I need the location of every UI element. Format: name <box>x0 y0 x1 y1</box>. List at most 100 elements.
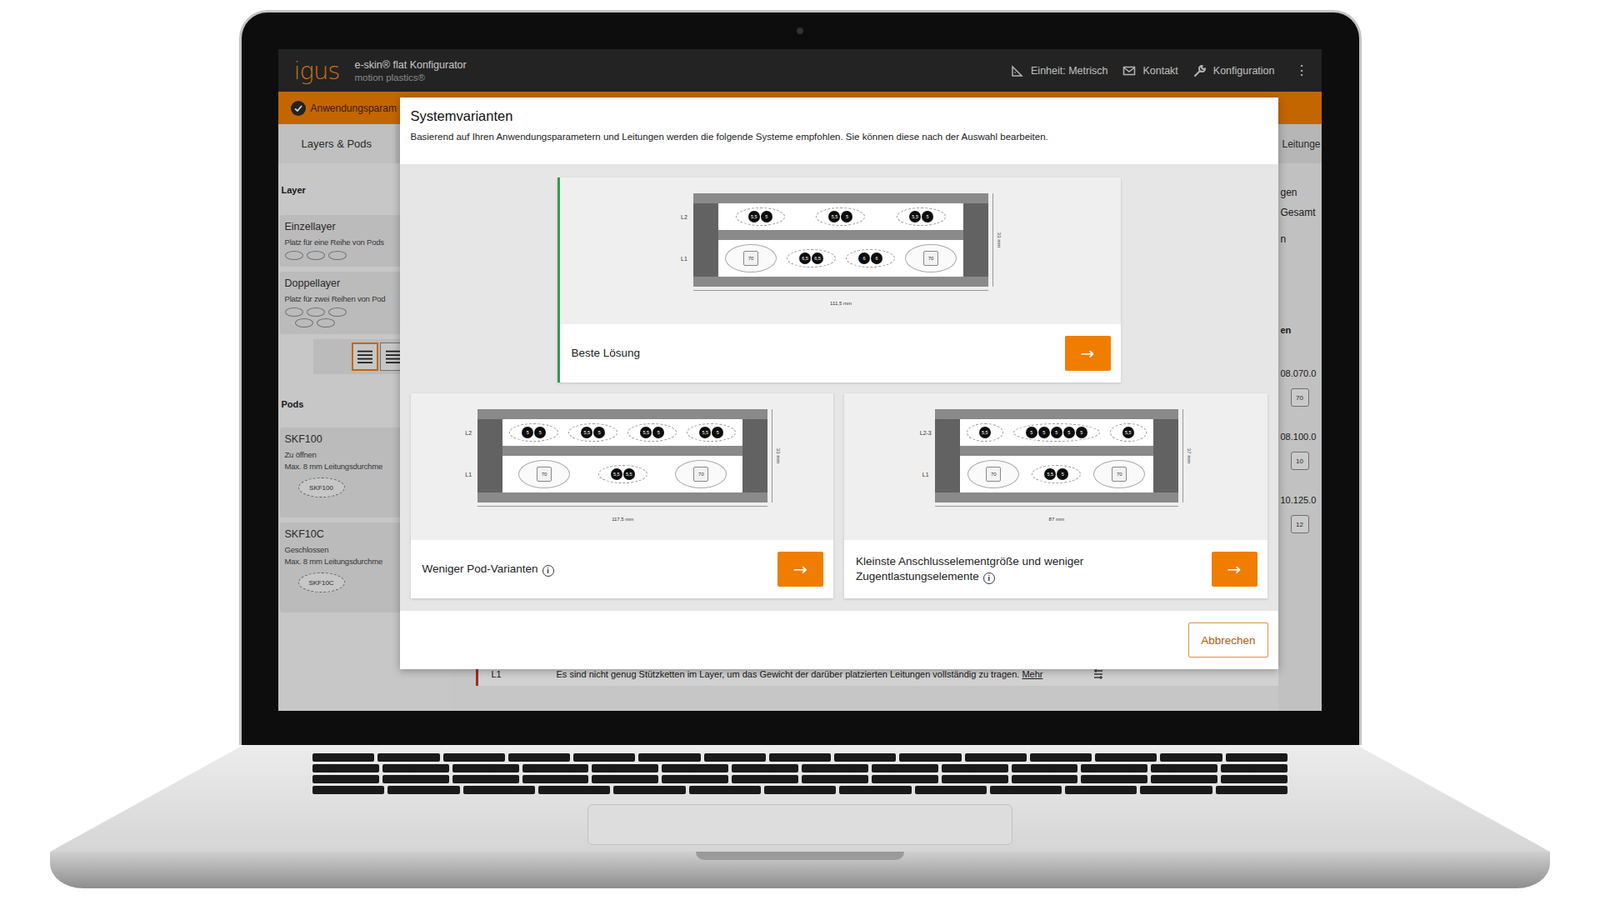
layer-label: L2 <box>459 430 478 436</box>
system-diagram: L2 555,555,555,55 L1 705,55,570 33 mm 11… <box>410 393 835 540</box>
camera-icon <box>796 27 804 35</box>
cable: 5 <box>1063 426 1075 439</box>
frame-side <box>477 419 503 446</box>
layer-label: L2-3 <box>916 430 935 436</box>
layer-lane: 5,5555555,5 <box>960 419 1154 446</box>
cable: 5,5 <box>1122 426 1135 439</box>
key <box>769 753 831 762</box>
cable: 5 <box>521 426 534 439</box>
dialog-body: L2 5,555,555,55 L1 706,56,56670 33 mm 11… <box>400 164 1279 611</box>
layer-lane: 706,56,56670 <box>718 240 964 277</box>
key <box>899 753 961 762</box>
frame-side <box>935 455 960 493</box>
layer-label: L1 <box>916 471 935 478</box>
layer-lane: 5,555,555,55 <box>718 203 964 230</box>
key <box>1220 775 1288 784</box>
info-icon[interactable]: i <box>983 572 995 585</box>
cable: 6 <box>870 252 883 265</box>
cable-pod: 55 <box>509 423 559 442</box>
key <box>871 775 939 784</box>
cable-pod: 6,56,5 <box>786 249 836 268</box>
frame-bar <box>718 230 964 240</box>
frame-side <box>477 455 503 493</box>
key <box>382 775 450 784</box>
screen: igus e-skin® flat Konfigurator motion pl… <box>278 49 1322 711</box>
trackpad[interactable] <box>587 804 1013 845</box>
key <box>1095 753 1157 762</box>
key <box>1080 764 1148 773</box>
key <box>387 785 460 795</box>
key <box>661 764 729 773</box>
key <box>1011 775 1079 784</box>
cable: 5 <box>1056 468 1069 480</box>
key <box>1080 775 1148 784</box>
key <box>312 764 380 773</box>
dialog-subtitle: Basierend auf Ihren Anwendungsparametern… <box>410 131 1267 142</box>
key <box>801 764 869 773</box>
key <box>731 764 799 773</box>
key <box>965 753 1027 762</box>
cable: 5 <box>593 426 605 439</box>
frame-side <box>963 230 989 240</box>
cable: 5 <box>840 210 853 223</box>
cancel-button[interactable]: Abbrechen <box>1188 622 1268 658</box>
key <box>941 775 1009 784</box>
key <box>452 775 520 784</box>
system-diagram: L2-3 5,5555555,5 L1 705,5570 37 mm 87 mm <box>844 393 1268 540</box>
layer-lane: 555,555,555,55 <box>502 419 743 446</box>
connector: 70 <box>693 466 709 482</box>
cable: 5,5 <box>909 210 921 223</box>
cable-pod: 66 <box>845 249 895 268</box>
select-variant-button[interactable]: → <box>1065 335 1111 371</box>
frame-side <box>1153 419 1179 446</box>
width-dimension: 87 mm <box>935 505 1179 525</box>
frame-side <box>963 240 989 277</box>
key <box>871 764 939 773</box>
key <box>764 785 836 795</box>
cable-pod: 5,55 <box>568 423 618 442</box>
key <box>1140 785 1212 795</box>
variant-card[interactable]: L2-3 5,5555555,5 L1 705,5570 37 mm 87 mm… <box>844 393 1268 599</box>
connector: 70 <box>536 466 552 482</box>
key <box>704 753 766 762</box>
cable-pod: 5,55 <box>627 423 677 442</box>
cable: 5 <box>760 210 773 223</box>
height-dimension: 33 mm <box>771 409 785 503</box>
cable: 5,5 <box>580 426 593 439</box>
cable: 5 <box>1050 426 1063 439</box>
cable: 5,5 <box>748 210 760 223</box>
layer-lane: 705,55,570 <box>502 455 743 493</box>
variant-row: L2 555,555,555,55 L1 705,55,570 33 mm 11… <box>410 393 1268 599</box>
cable: 5,5 <box>610 468 623 480</box>
key <box>377 753 440 762</box>
variant-card[interactable]: L2 555,555,555,55 L1 705,55,570 33 mm 11… <box>410 393 835 599</box>
connector-pod: 70 <box>725 244 777 273</box>
key <box>312 775 380 784</box>
frame-side <box>1153 445 1179 456</box>
height-dimension: 37 mm <box>1182 409 1195 503</box>
key <box>312 785 385 795</box>
lid-notch <box>695 851 905 860</box>
frame-bar <box>502 445 743 456</box>
connector-pod: 70 <box>1093 460 1145 489</box>
key <box>1150 764 1218 773</box>
key <box>1220 764 1288 773</box>
frame-side <box>693 240 719 277</box>
frame-side <box>742 419 768 446</box>
key <box>1150 775 1218 784</box>
laptop-front-edge <box>50 851 1550 889</box>
info-icon[interactable]: i <box>542 565 555 577</box>
key <box>538 785 610 795</box>
system-diagram: L2 5,555,555,55 L1 706,56,56670 33 mm 11… <box>560 177 1121 325</box>
frame-bar <box>960 445 1154 456</box>
select-variant-button[interactable]: → <box>777 551 824 587</box>
select-variant-button[interactable]: → <box>1211 551 1258 587</box>
cable: 6,5 <box>799 252 811 265</box>
frame-side <box>935 419 960 446</box>
key <box>522 775 590 784</box>
key <box>613 785 685 795</box>
cable: 6,5 <box>811 252 824 265</box>
variant-card[interactable]: L2 5,555,555,55 L1 706,56,56670 33 mm 11… <box>557 177 1121 383</box>
key <box>661 775 729 784</box>
frame-side <box>935 445 960 456</box>
